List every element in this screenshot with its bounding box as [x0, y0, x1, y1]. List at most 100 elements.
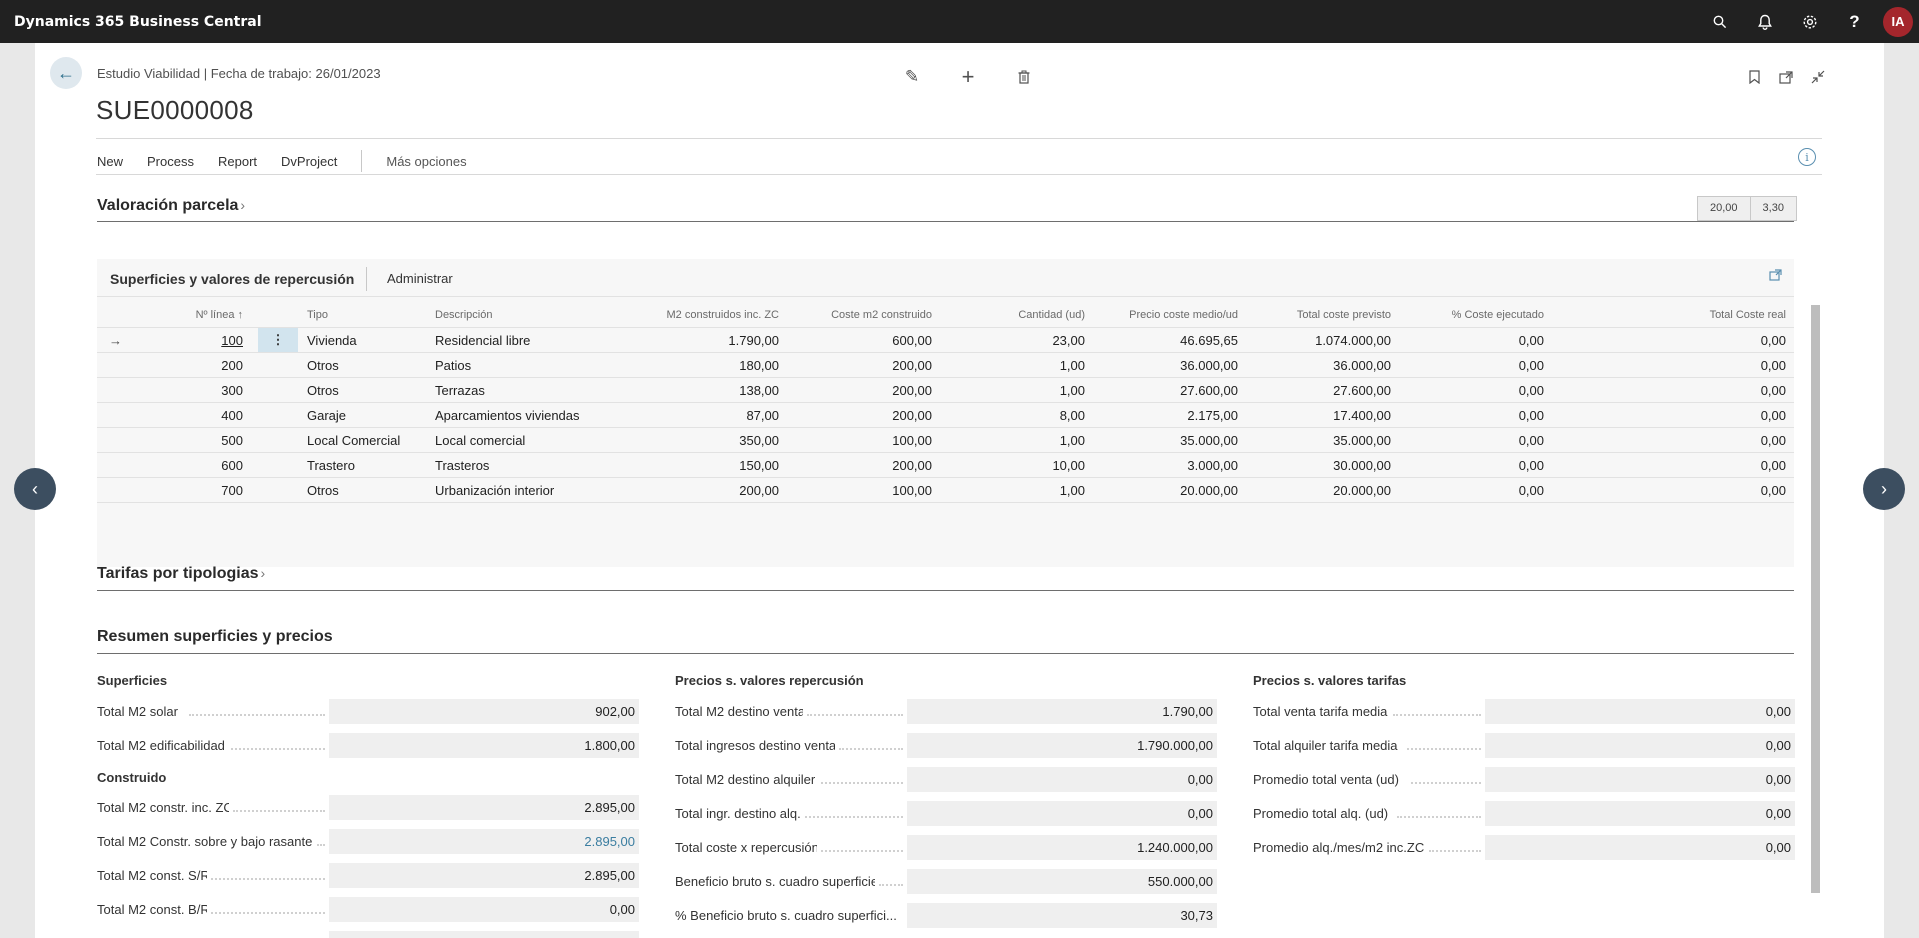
cell-descripcion[interactable]: Patios — [435, 353, 635, 377]
col-header-total-real[interactable]: Total Coste real — [1552, 297, 1786, 327]
table-row[interactable]: 700 Otros Urbanización interior 200,00 1… — [97, 478, 1794, 503]
col-header-coste-m2[interactable]: Coste m2 construido — [787, 297, 932, 327]
field-value[interactable]: 0,00 — [1485, 699, 1795, 724]
cell-tipo[interactable]: Otros — [307, 478, 427, 502]
col-header-total-prev[interactable]: Total coste previsto — [1247, 297, 1391, 327]
avatar[interactable]: IA — [1883, 6, 1913, 37]
cell-m2[interactable]: 1.790,00 — [617, 328, 779, 352]
cell-pct[interactable]: 0,00 — [1397, 428, 1544, 452]
cell-linea[interactable]: 300 — [187, 378, 243, 402]
action-process[interactable]: Process — [147, 154, 194, 169]
cell-descripcion[interactable]: Urbanización interior — [435, 478, 635, 502]
cell-precio[interactable]: 36.000,00 — [1092, 353, 1238, 377]
delete-icon[interactable] — [1008, 61, 1040, 93]
cell-precio[interactable]: 20.000,00 — [1092, 478, 1238, 502]
field-value[interactable]: 0,00 — [907, 801, 1217, 826]
cell-total-prev[interactable]: 35.000,00 — [1247, 428, 1391, 452]
next-record-icon[interactable]: › — [1863, 468, 1905, 510]
section-valoracion-parcela[interactable]: Valoración parcela › — [97, 197, 245, 215]
collapse-icon[interactable] — [1802, 61, 1834, 93]
table-row[interactable]: 500 Local Comercial Local comercial 350,… — [97, 428, 1794, 453]
cell-total-real[interactable]: 0,00 — [1552, 328, 1786, 352]
action-report[interactable]: Report — [218, 154, 257, 169]
cell-total-prev[interactable]: 30.000,00 — [1247, 453, 1391, 477]
cell-tipo[interactable]: Trastero — [307, 453, 427, 477]
cell-m2[interactable]: 200,00 — [617, 478, 779, 502]
cell-m2[interactable]: 138,00 — [617, 378, 779, 402]
cell-total-prev[interactable]: 27.600,00 — [1247, 378, 1391, 402]
gear-icon[interactable] — [1787, 0, 1832, 43]
field-value[interactable]: 0,00 — [1485, 801, 1795, 826]
table-row[interactable]: 400 Garaje Aparcamientos viviendas 87,00… — [97, 403, 1794, 428]
field-value[interactable]: 550.000,00 — [907, 869, 1217, 894]
cell-linea[interactable]: 100 — [187, 328, 243, 352]
cell-cantidad[interactable]: 10,00 — [947, 453, 1085, 477]
cell-coste-m2[interactable]: 100,00 — [787, 428, 932, 452]
subpage-admin-action[interactable]: Administrar — [387, 271, 453, 286]
cell-pct[interactable]: 0,00 — [1397, 478, 1544, 502]
cell-cantidad[interactable]: 1,00 — [947, 478, 1085, 502]
field-value[interactable]: 0,00 — [907, 767, 1217, 792]
cell-precio[interactable]: 3.000,00 — [1092, 453, 1238, 477]
cell-cantidad[interactable]: 1,00 — [947, 428, 1085, 452]
action-dvproject[interactable]: DvProject — [281, 154, 337, 169]
section-tarifas[interactable]: Tarifas por tipologias › — [97, 565, 265, 583]
previous-record-icon[interactable]: ‹ — [14, 468, 56, 510]
cell-coste-m2[interactable]: 200,00 — [787, 353, 932, 377]
section-resumen-title[interactable]: Resumen superficies y precios — [97, 628, 333, 646]
cell-linea[interactable]: 600 — [187, 453, 243, 477]
cell-total-real[interactable]: 0,00 — [1552, 428, 1786, 452]
cell-linea[interactable]: 200 — [187, 353, 243, 377]
cell-descripcion[interactable]: Aparcamientos viviendas — [435, 403, 635, 427]
col-header-linea[interactable]: Nº línea ↑ — [187, 297, 243, 327]
search-icon[interactable] — [1697, 0, 1742, 43]
cell-cantidad[interactable]: 1,00 — [947, 353, 1085, 377]
cell-total-real[interactable]: 0,00 — [1552, 353, 1786, 377]
cell-m2[interactable]: 350,00 — [617, 428, 779, 452]
cell-m2[interactable]: 150,00 — [617, 453, 779, 477]
cell-tipo[interactable]: Local Comercial — [307, 428, 427, 452]
cell-cantidad[interactable]: 8,00 — [947, 403, 1085, 427]
cell-tipo[interactable]: Otros — [307, 353, 427, 377]
table-row[interactable]: 600 Trastero Trasteros 150,00 200,00 10,… — [97, 453, 1794, 478]
cell-pct[interactable]: 0,00 — [1397, 453, 1544, 477]
cell-pct[interactable]: 0,00 — [1397, 378, 1544, 402]
bell-icon[interactable] — [1742, 0, 1787, 43]
cell-m2[interactable]: 180,00 — [617, 353, 779, 377]
cell-pct[interactable]: 0,00 — [1397, 353, 1544, 377]
col-header-descripcion[interactable]: Descripción — [435, 297, 635, 327]
cell-cantidad[interactable]: 23,00 — [947, 328, 1085, 352]
cell-descripcion[interactable]: Terrazas — [435, 378, 635, 402]
cell-coste-m2[interactable]: 200,00 — [787, 378, 932, 402]
field-value[interactable]: 1.790,00 — [907, 699, 1217, 724]
field-value[interactable]: 30,73 — [907, 903, 1217, 928]
app-title[interactable]: Dynamics 365 Business Central — [14, 14, 262, 30]
cell-cantidad[interactable]: 1,00 — [947, 378, 1085, 402]
field-value[interactable]: 1.240.000,00 — [907, 835, 1217, 860]
cell-precio[interactable]: 2.175,00 — [1092, 403, 1238, 427]
cell-tipo[interactable]: Garaje — [307, 403, 427, 427]
cell-m2[interactable]: 87,00 — [617, 403, 779, 427]
cell-total-real[interactable]: 0,00 — [1552, 453, 1786, 477]
field-value[interactable]: 0,00 — [329, 897, 639, 922]
back-icon[interactable]: ← — [50, 57, 82, 89]
cell-total-prev[interactable]: 36.000,00 — [1247, 353, 1391, 377]
cell-linea[interactable]: 400 — [187, 403, 243, 427]
cell-linea[interactable]: 700 — [187, 478, 243, 502]
cell-total-real[interactable]: 0,00 — [1552, 403, 1786, 427]
edit-icon[interactable]: ✎ — [896, 61, 928, 93]
cell-total-real[interactable]: 0,00 — [1552, 378, 1786, 402]
cell-coste-m2[interactable]: 200,00 — [787, 453, 932, 477]
cell-total-real[interactable]: 0,00 — [1552, 478, 1786, 502]
cell-total-prev[interactable]: 20.000,00 — [1247, 478, 1391, 502]
cell-tipo[interactable]: Otros — [307, 378, 427, 402]
row-menu-icon[interactable]: ⋮ — [258, 328, 298, 352]
cell-precio[interactable]: 46.695,65 — [1092, 328, 1238, 352]
field-value[interactable]: 2.895,00 — [329, 863, 639, 888]
table-row[interactable]: 200 Otros Patios 180,00 200,00 1,00 36.0… — [97, 353, 1794, 378]
action-new[interactable]: New — [97, 154, 123, 169]
col-header-tipo[interactable]: Tipo — [307, 297, 407, 327]
cell-pct[interactable]: 0,00 — [1397, 328, 1544, 352]
cell-linea[interactable]: 500 — [187, 428, 243, 452]
cell-descripcion[interactable]: Trasteros — [435, 453, 635, 477]
